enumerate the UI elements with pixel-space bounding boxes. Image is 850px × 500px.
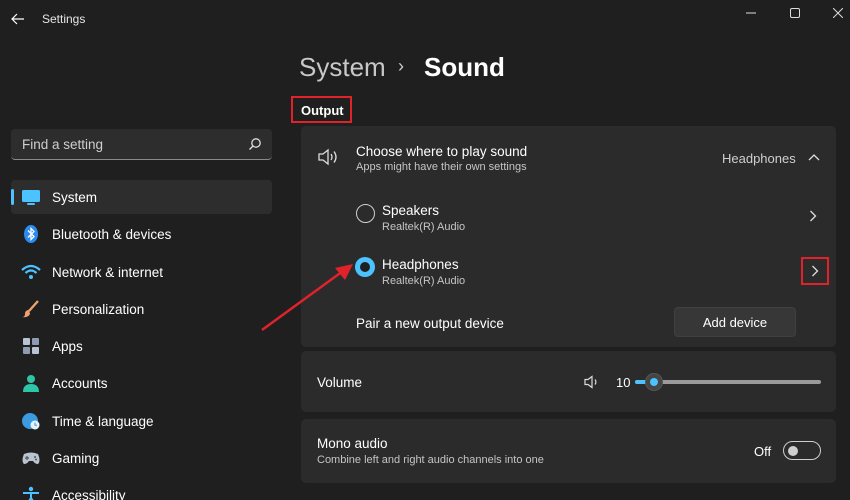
wifi-icon [21, 264, 41, 279]
sidebar-item-accounts[interactable]: Accounts [11, 366, 272, 400]
mono-audio-state: Off [754, 444, 772, 459]
brush-icon [22, 300, 39, 318]
output-device-speakers[interactable]: Speakers Realtek(R) Audio [301, 191, 836, 243]
title-bar: Settings [0, 0, 850, 40]
sidebar-item-label: Time & language [52, 413, 154, 429]
maximize-icon [790, 8, 800, 18]
pair-device-label: Pair a new output device [356, 316, 504, 331]
device-driver: Realtek(R) Audio [382, 275, 466, 287]
add-device-button[interactable]: Add device [674, 307, 796, 337]
sidebar-item-label: Accounts [52, 376, 108, 392]
system-icon [22, 190, 40, 205]
choose-output-row[interactable]: Choose where to play sound Apps might ha… [301, 126, 836, 189]
app-title: Settings [42, 12, 86, 26]
accessibility-icon [23, 487, 39, 500]
output-section-label: Output [301, 103, 344, 118]
sidebar-item-accessibility[interactable]: Accessibility [11, 478, 272, 500]
breadcrumb-separator: › [398, 56, 404, 76]
mono-audio-card: Mono audio Combine left and right audio … [301, 419, 836, 483]
page-title: Sound [424, 52, 505, 82]
speaker-icon [318, 148, 337, 166]
gamepad-icon [22, 452, 40, 465]
sidebar-item-personalization[interactable]: Personalization [11, 292, 272, 326]
sidebar-item-label: Accessibility [52, 488, 126, 500]
sidebar-item-label: Apps [52, 339, 83, 355]
device-name: Headphones [382, 257, 459, 272]
device-name: Speakers [382, 203, 440, 218]
sidebar-item-label: Personalization [52, 301, 145, 317]
choose-output-title: Choose where to play sound [356, 144, 528, 159]
sidebar-item-gaming[interactable]: Gaming [11, 441, 272, 475]
sidebar-item-label: Gaming [52, 451, 100, 467]
chevron-right-icon[interactable] [811, 265, 819, 277]
choose-output-subtitle: Apps might have their own settings [356, 161, 527, 173]
speakers-radio[interactable] [356, 204, 375, 223]
output-section-heading: Output [291, 96, 352, 123]
minimize-button[interactable] [731, 0, 771, 26]
current-output-device: Headphones [722, 151, 796, 166]
chevron-right-icon[interactable] [809, 210, 817, 222]
sidebar-item-system[interactable]: System [11, 180, 272, 214]
search-placeholder: Find a setting [22, 137, 104, 152]
globe-clock-icon [22, 412, 40, 430]
volume-label: Volume [317, 375, 363, 390]
sidebar-item-label: Bluetooth & devices [52, 227, 172, 243]
sidebar-item-bluetooth[interactable]: Bluetooth & devices [11, 217, 272, 251]
account-icon [23, 375, 39, 393]
close-icon [833, 8, 843, 18]
back-button[interactable] [6, 6, 30, 32]
apps-icon [23, 338, 39, 355]
output-device-headphones[interactable]: Headphones Realtek(R) Audio [301, 245, 836, 297]
search-input[interactable]: Find a setting [11, 129, 272, 160]
close-button[interactable] [818, 0, 850, 26]
minimize-icon [746, 12, 756, 14]
sidebar-item-time-language[interactable]: Time & language [11, 404, 272, 438]
bluetooth-icon [24, 225, 38, 244]
annotation-arrow [261, 264, 353, 332]
volume-value: 10 [616, 375, 631, 390]
sidebar-item-label: Network & internet [52, 264, 164, 280]
sidebar-item-apps[interactable]: Apps [11, 329, 272, 363]
volume-slider-thumb[interactable] [644, 373, 663, 391]
sidebar-item-network[interactable]: Network & internet [11, 255, 272, 289]
search-icon [249, 138, 261, 150]
device-driver: Realtek(R) Audio [382, 221, 466, 233]
volume-speaker-icon[interactable] [584, 375, 600, 389]
chevron-up-icon[interactable] [808, 153, 820, 161]
mono-audio-title: Mono audio [317, 436, 388, 451]
sidebar-item-label: System [52, 190, 98, 205]
volume-slider-track[interactable] [635, 380, 821, 384]
mono-audio-subtitle: Combine left and right audio channels in… [317, 454, 544, 466]
mono-audio-toggle[interactable] [783, 441, 821, 460]
maximize-button[interactable] [775, 0, 815, 26]
sidebar-nav: System Bluetooth & devices Network & int… [11, 180, 272, 500]
back-arrow-icon [11, 13, 24, 25]
breadcrumb-parent[interactable]: System [299, 52, 386, 83]
